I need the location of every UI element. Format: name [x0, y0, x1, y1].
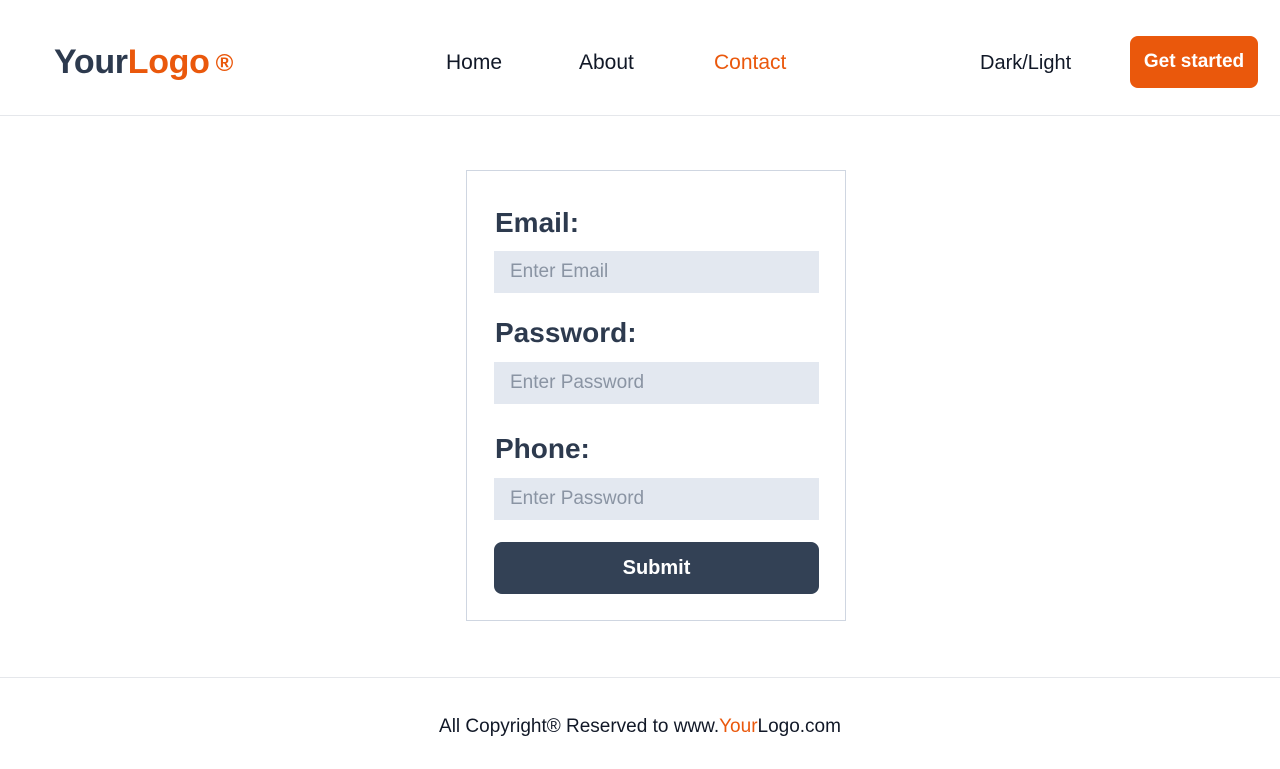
nav-about-link[interactable]: About: [579, 48, 634, 78]
site-footer: All Copyright® Reserved to www.YourLogo.…: [0, 677, 1280, 769]
copyright-text: All Copyright® Reserved to www.YourLogo.…: [0, 714, 1280, 740]
copyright-prefix: All Copyright® Reserved to www.: [439, 716, 720, 737]
nav-contact-link[interactable]: Contact: [714, 48, 786, 78]
contact-form: Email: Password: Phone: Submit: [466, 170, 846, 621]
phone-input[interactable]: [494, 478, 819, 520]
nav-home-link[interactable]: Home: [446, 48, 502, 78]
get-started-button[interactable]: Get started: [1130, 36, 1258, 88]
email-label: Email:: [495, 207, 580, 238]
phone-label: Phone:: [495, 433, 590, 464]
copyright-suffix: Logo.com: [757, 716, 841, 737]
site-header: YourLogo ® Home About Contact Dark/Light …: [0, 0, 1280, 116]
main-nav: Home About Contact: [0, 48, 1280, 78]
submit-button[interactable]: Submit: [494, 542, 819, 594]
email-input[interactable]: [494, 251, 819, 293]
theme-toggle-button[interactable]: Dark/Light: [980, 48, 1071, 78]
password-label: Password:: [495, 317, 637, 348]
copyright-accent: Your: [719, 716, 758, 737]
password-input[interactable]: [494, 362, 819, 404]
